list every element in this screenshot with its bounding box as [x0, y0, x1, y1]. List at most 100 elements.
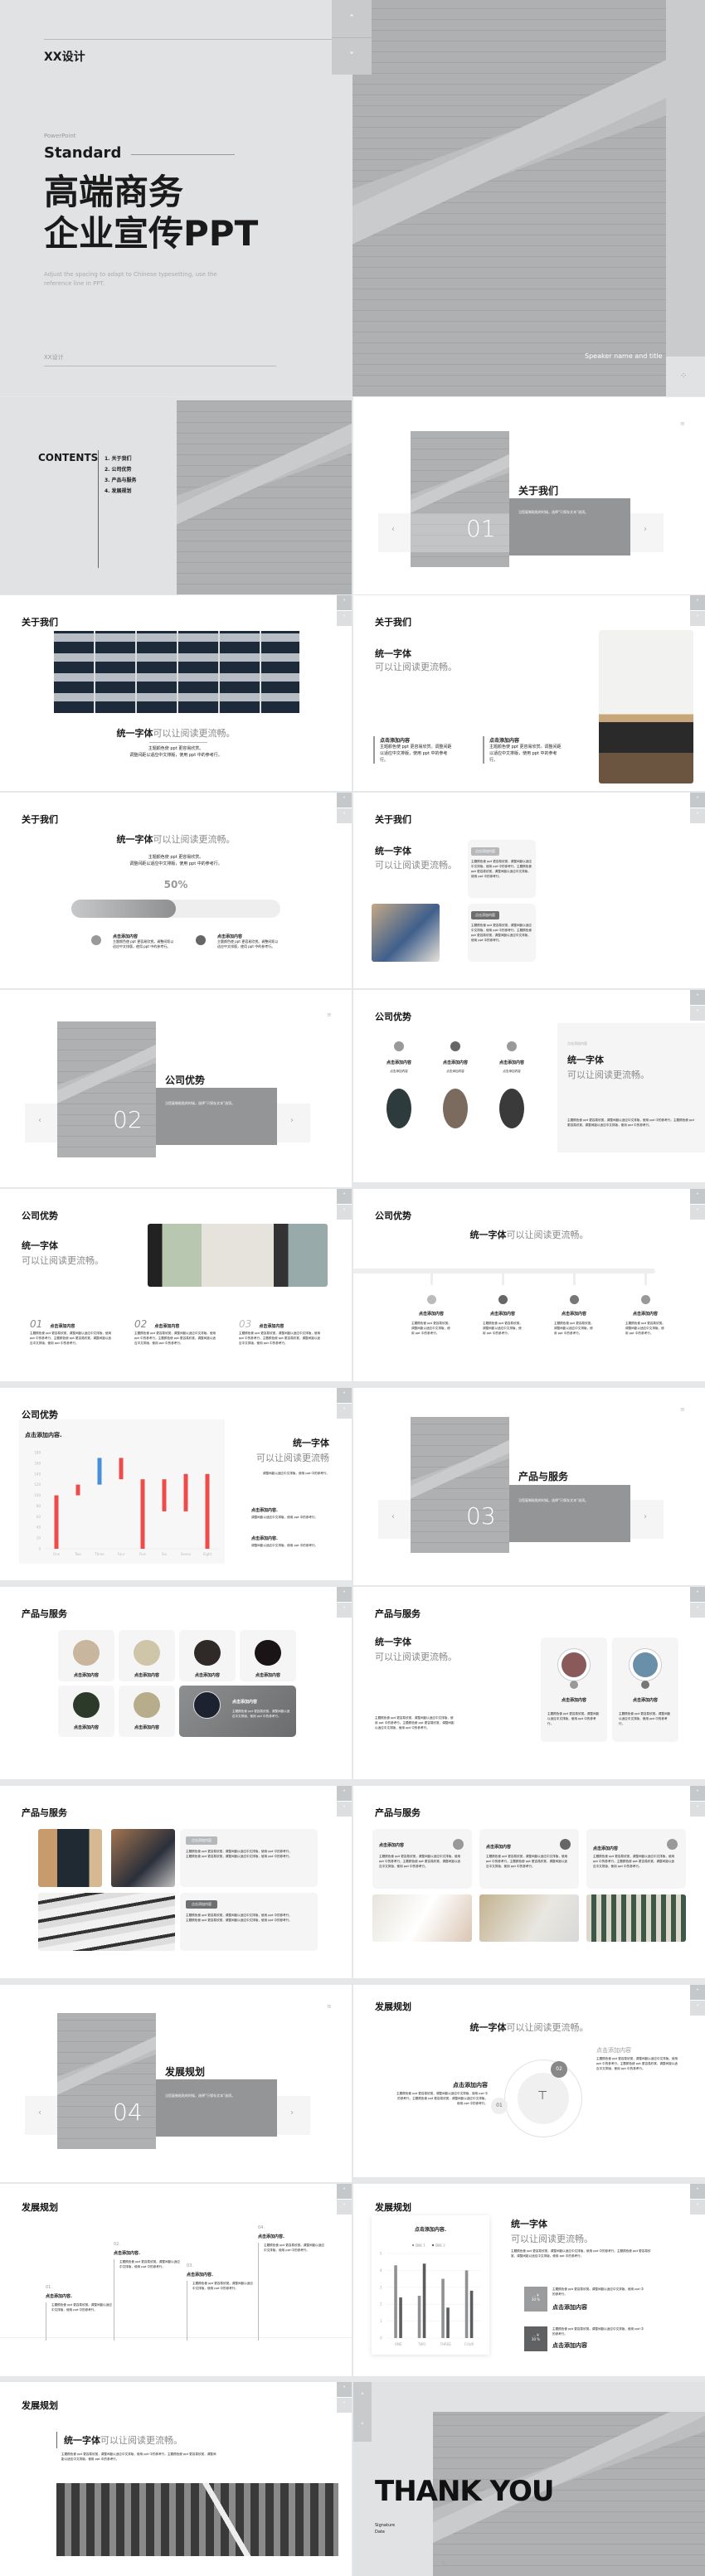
service-card[interactable]: 点击添加内容 主题颜色使 ppt 更容易欣赏。调整间距以适应中文排版，使用 pp… [541, 1637, 607, 1742]
nav-down-button[interactable]: ˅ [690, 2200, 705, 2215]
nav-down-button[interactable]: ˅ [337, 2398, 352, 2413]
slide-advantage-3: 公司优势 ˄ ˅ 统一字体可以让阅读更流畅。 点击添加内容 主题颜色使 ppt 更… [353, 1189, 705, 1381]
card-body: 主题颜色使 ppt 更容易欣赏，调整间距以适应中文排版，使用 ppt 中的参考行… [186, 1914, 292, 1922]
nav-down-button[interactable]: ˅ [337, 1802, 352, 1817]
contents-item[interactable]: 1. 关于我们 [105, 454, 137, 464]
contents-vline [98, 450, 99, 568]
nav-down-button[interactable]: ˅ [337, 1205, 352, 1220]
grid-dots-icon[interactable]: ⁘ [441, 2559, 447, 2567]
y-tick-label: 0 [38, 1547, 41, 1551]
nav-down-button[interactable]: ˅ [690, 1205, 705, 1220]
next-button[interactable]: › [290, 2108, 294, 2118]
nav-down-button[interactable]: ˅ [332, 38, 372, 75]
step-number: 03 [239, 1318, 252, 1330]
nav-down-button[interactable]: ˅ [353, 2412, 372, 2442]
process-node-02[interactable]: 02 [551, 2061, 567, 2078]
nav-up-button[interactable]: ˄ [690, 1786, 705, 1801]
step-body: 主题颜色使 ppt 更容易欣赏。调整间距以适应中文排版，使用 ppt 中的参考行… [187, 2281, 253, 2341]
nav-down-button[interactable]: ˅ [337, 808, 352, 823]
feature-card: 点击添加内容 主题颜色使 ppt 更容易欣赏，调整间距以适应中文排版，使用 pp… [372, 1829, 472, 1889]
contents-item[interactable]: 4. 发展规划 [105, 486, 137, 497]
bar [422, 2263, 426, 2338]
nav-up-button[interactable]: ˄ [337, 793, 352, 808]
contents-heading: CONTENTS [38, 452, 99, 463]
nav-down-button[interactable]: ˅ [337, 1404, 352, 1419]
flow-col: 点击添加内容 主题颜色使 ppt 更容易欣赏。调整间距以适应中文排版，使用 pp… [625, 1272, 665, 1336]
nav-up-button[interactable]: ˄ [337, 2382, 352, 2397]
bar [441, 2278, 445, 2338]
slide-nav: ˄ ˅ [337, 595, 352, 627]
process-node-01[interactable]: 01 [491, 2098, 508, 2114]
product-card[interactable]: 点击添加内容 [240, 1630, 296, 1681]
feature-title: 点击添加内容 [486, 1845, 512, 1850]
prev-button[interactable]: ‹ [38, 2108, 41, 2118]
menu-icon[interactable]: ≡ [680, 1406, 685, 1413]
flow-title: 点击添加内容 [489, 1312, 515, 1317]
nav-down-button[interactable]: ˅ [337, 2200, 352, 2215]
nav-up-button[interactable]: ˄ [690, 2184, 705, 2199]
nav-up-button[interactable]: ˄ [337, 1786, 352, 1801]
section-number: 02 [113, 1106, 143, 1133]
step-body: 主题颜色使 ppt 更容易欣赏。调整间距以适应中文排版，使用 ppt 中的参考行… [114, 2259, 180, 2341]
flow-col: 点击添加内容 主题颜色使 ppt 更容易欣赏。调整间距以适应中文排版，使用 pp… [483, 1272, 523, 1336]
next-button[interactable]: › [644, 525, 647, 534]
step-title: 点击添加内容. [258, 2234, 284, 2239]
prev-button[interactable]: ‹ [391, 1512, 395, 1521]
nav-down-button[interactable]: ˅ [690, 2001, 705, 2016]
product-card[interactable]: 点击添加内容 [119, 1630, 175, 1681]
product-card[interactable]: 点击添加内容 [119, 1686, 175, 1737]
nav-up-button[interactable]: ˄ [337, 1388, 352, 1403]
menu-icon[interactable]: ≡ [327, 1011, 332, 1018]
section-box [509, 1485, 630, 1542]
next-button[interactable]: › [290, 1116, 294, 1125]
item-title: 点击添加内容 [380, 738, 411, 744]
contents-item[interactable]: 2. 公司优势 [105, 464, 137, 475]
product-label: 点击添加内容 [73, 1673, 99, 1678]
nav-up-button[interactable]: ˄ [353, 2382, 372, 2412]
slide-plan-3: 发展规划 ˄ ˅ 点击添加内容. 指标 1 指标 2 0 1 2 3 4 5 ONE TWO THRE… [353, 2184, 705, 2376]
product-card[interactable]: 点击添加内容 [58, 1686, 114, 1737]
step-title: 点击添加内容 [154, 1324, 180, 1329]
product-card[interactable]: 点击添加内容 [179, 1630, 236, 1681]
nav-up-button[interactable]: ˄ [337, 1189, 352, 1204]
side-panel: 点击添加内容 统一字体 可以让阅读更流畅。 主题颜色使 ppt 更容易欣赏，调整… [557, 1023, 705, 1152]
contents-item[interactable]: 3. 产品与服务 [105, 475, 137, 486]
slide-advantage-chart: 公司优势 ˄ ˅ 点击添加内容. 0 20 40 60 80 100 120 140 160 180… [0, 1388, 352, 1580]
nav-up-button[interactable]: ˄ [337, 1587, 352, 1602]
nav-up-button[interactable]: ˄ [690, 793, 705, 808]
menu-icon[interactable]: ≡ [680, 420, 685, 427]
headline-accent [56, 2432, 57, 2448]
service-card[interactable]: 点击添加内容 主题颜色使 ppt 更容易欣赏。调整间距以适应中文排版，使用 pp… [612, 1637, 678, 1742]
next-button[interactable]: › [644, 1512, 647, 1521]
nav-up-button[interactable]: ˄ [332, 0, 372, 38]
nav-down-button[interactable]: ˅ [690, 1603, 705, 1618]
nav-up-button[interactable]: ˄ [690, 595, 705, 610]
col-title: 点击添加内容 [498, 1060, 524, 1065]
product-card-featured[interactable]: 点击添加内容 主题颜色使 ppt 更容易欣赏。调整间距以适应中文排版，使用 pp… [179, 1686, 296, 1737]
menu-icon[interactable]: ≡ [327, 2003, 332, 2010]
item-body: 主题颜色使 ppt 更容易欣赏。调整间距以适应中文排版，使用 ppt 中的参考行… [489, 745, 562, 763]
message-icon [560, 1839, 571, 1850]
nav-down-button[interactable]: ˅ [337, 611, 352, 626]
nav-up-button[interactable]: ˄ [690, 1587, 705, 1602]
headline-bold: 统一字体 [511, 2219, 547, 2229]
bar [97, 1458, 102, 1485]
nav-down-button[interactable]: ˅ [690, 808, 705, 823]
product-card[interactable]: 点击添加内容 [58, 1630, 114, 1681]
nav-up-button[interactable]: ˄ [337, 595, 352, 610]
nav-up-button[interactable]: ˄ [690, 1189, 705, 1204]
nav-up-button[interactable]: ˄ [690, 990, 705, 1005]
step-body: 主题颜色使 ppt 更容易欣赏。调整间距以适应中文排版，使用 ppt 中的参考行… [46, 2302, 112, 2341]
section-photo [411, 1417, 509, 1553]
feature-body: 主题颜色使 ppt 更容易欣赏。调整间距以适应中文排版，使用 ppt 中的参考行… [113, 939, 174, 948]
nav-down-button[interactable]: ˅ [690, 1006, 705, 1021]
nav-up-button[interactable]: ˄ [337, 2184, 352, 2199]
nav-down-button[interactable]: ˅ [690, 1802, 705, 1817]
prev-button[interactable]: ‹ [38, 1116, 41, 1125]
prev-button[interactable]: ‹ [391, 525, 395, 534]
nav-up-button[interactable]: ˄ [690, 1985, 705, 2000]
y-tick-label: 160 [34, 1461, 41, 1465]
nav-down-button[interactable]: ˅ [337, 1603, 352, 1618]
nav-down-button[interactable]: ˅ [690, 611, 705, 626]
grid-dots-icon[interactable]: ⁘ [680, 371, 687, 381]
